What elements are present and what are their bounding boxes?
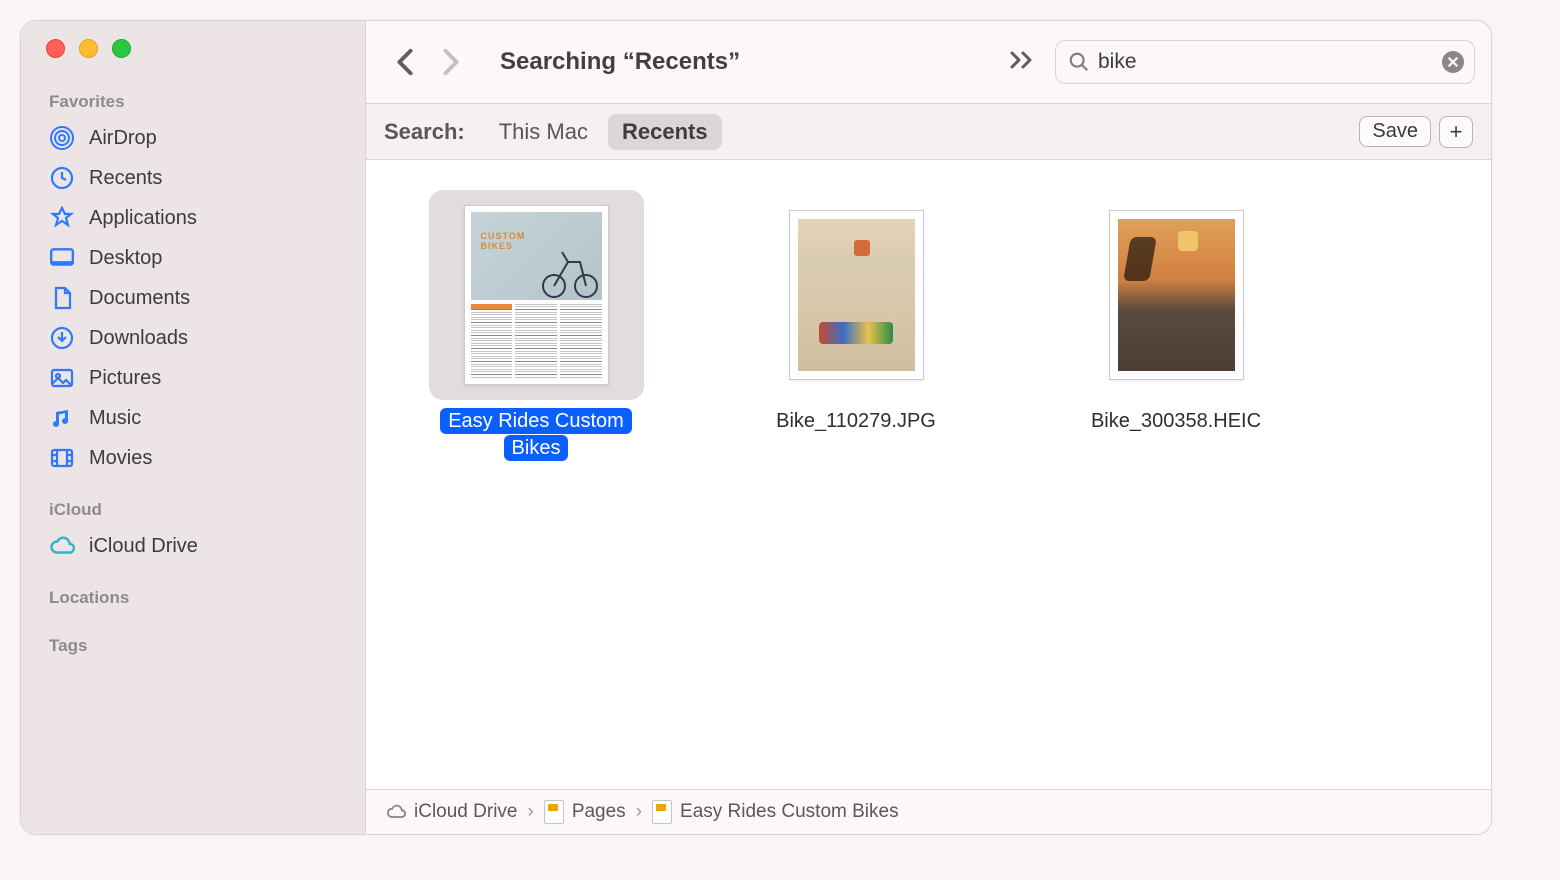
path-segment-label: Easy Rides Custom Bikes: [680, 801, 899, 823]
sidebar-item-applications[interactable]: Applications: [21, 198, 365, 238]
window-title: Searching “Recents”: [500, 48, 999, 76]
sidebar-item-label: Recents: [89, 165, 162, 191]
sidebar-item-pictures[interactable]: Pictures: [21, 358, 365, 398]
sidebar-item-label: Pictures: [89, 365, 161, 391]
sidebar-item-airdrop[interactable]: AirDrop: [21, 118, 365, 158]
music-icon: [49, 406, 75, 430]
sidebar-item-label: Applications: [89, 205, 197, 231]
cloud-icon: [49, 534, 75, 558]
desktop-icon: [49, 246, 75, 270]
close-icon: [1442, 51, 1464, 73]
sidebar-section-favorites: Favorites: [21, 92, 365, 118]
cloud-icon: [386, 802, 406, 822]
back-button[interactable]: [382, 39, 428, 85]
pages-app-icon: [544, 800, 564, 824]
sidebar-item-icloud-drive[interactable]: iCloud Drive: [21, 526, 365, 566]
sidebar: Favorites AirDrop Recents Applications D…: [21, 21, 366, 834]
search-field[interactable]: [1055, 40, 1475, 84]
sidebar-section-locations: Locations: [21, 588, 365, 614]
file-thumbnail: [1069, 190, 1284, 400]
scope-recents[interactable]: Recents: [608, 114, 722, 150]
file-thumbnail: [749, 190, 964, 400]
close-button[interactable]: [46, 39, 65, 58]
bike-illustration-icon: [540, 240, 600, 300]
file-item[interactable]: Bike_110279.JPG: [726, 190, 986, 435]
file-label: Easy Rides Custom Bikes: [426, 408, 646, 462]
image-thumbnail: [1109, 210, 1244, 380]
path-segment-icloud[interactable]: iCloud Drive: [386, 801, 517, 823]
path-segment-file[interactable]: Easy Rides Custom Bikes: [652, 800, 899, 824]
main-pane: Searching “Recents” Search: This Mac Rec…: [366, 21, 1491, 834]
pictures-icon: [49, 366, 75, 390]
file-grid[interactable]: CUSTOM BIKES Easy Rides Custom Bikes: [366, 160, 1491, 789]
window-controls: [21, 39, 365, 92]
path-segment-label: Pages: [572, 801, 626, 823]
path-bar: iCloud Drive › Pages › Easy Rides Custom…: [366, 789, 1491, 834]
document-icon: [49, 286, 75, 310]
clear-search-button[interactable]: [1442, 51, 1464, 73]
sidebar-item-desktop[interactable]: Desktop: [21, 238, 365, 278]
airdrop-icon: [49, 126, 75, 150]
sidebar-item-label: Downloads: [89, 325, 188, 351]
file-thumbnail: CUSTOM BIKES: [429, 190, 644, 400]
pages-document-icon: [652, 800, 672, 824]
clock-icon: [49, 166, 75, 190]
sidebar-item-downloads[interactable]: Downloads: [21, 318, 365, 358]
applications-icon: [49, 206, 75, 230]
add-criteria-button[interactable]: +: [1439, 116, 1473, 148]
save-search-button[interactable]: Save: [1359, 116, 1431, 147]
sidebar-item-label: Desktop: [89, 245, 162, 271]
chevron-right-icon: ›: [527, 801, 533, 823]
sidebar-item-recents[interactable]: Recents: [21, 158, 365, 198]
minimize-button[interactable]: [79, 39, 98, 58]
forward-button[interactable]: [428, 39, 474, 85]
sidebar-item-label: iCloud Drive: [89, 533, 198, 559]
fullscreen-button[interactable]: [112, 39, 131, 58]
file-label: Bike_300358.HEIC: [1091, 408, 1261, 435]
document-thumbnail: CUSTOM BIKES: [464, 205, 609, 385]
search-scope-bar: Search: This Mac Recents Save +: [366, 103, 1491, 160]
toolbar: Searching “Recents”: [366, 21, 1491, 103]
finder-window: Favorites AirDrop Recents Applications D…: [20, 20, 1492, 835]
sidebar-item-movies[interactable]: Movies: [21, 438, 365, 478]
sidebar-item-label: Movies: [89, 445, 152, 471]
sidebar-section-tags: Tags: [21, 636, 365, 662]
chevron-right-icon: ›: [636, 801, 642, 823]
thumb-overlay-text: BIKES: [481, 241, 514, 251]
file-item[interactable]: CUSTOM BIKES Easy Rides Custom Bikes: [406, 190, 666, 462]
image-thumbnail: [789, 210, 924, 380]
thumb-overlay-text: CUSTOM: [481, 231, 526, 241]
sidebar-item-label: AirDrop: [89, 125, 157, 151]
search-icon: [1068, 51, 1090, 73]
path-segment-label: iCloud Drive: [414, 801, 517, 823]
nav-arrows: [376, 39, 480, 85]
sidebar-item-music[interactable]: Music: [21, 398, 365, 438]
sidebar-item-documents[interactable]: Documents: [21, 278, 365, 318]
file-item[interactable]: Bike_300358.HEIC: [1046, 190, 1306, 435]
sidebar-section-icloud: iCloud: [21, 500, 365, 526]
scope-this-mac[interactable]: This Mac: [485, 114, 602, 150]
search-input[interactable]: [1098, 50, 1442, 74]
movies-icon: [49, 446, 75, 470]
downloads-icon: [49, 326, 75, 350]
path-segment-pages[interactable]: Pages: [544, 800, 626, 824]
file-label: Bike_110279.JPG: [776, 408, 936, 435]
sidebar-item-label: Music: [89, 405, 141, 431]
scope-label: Search:: [384, 119, 465, 145]
sidebar-item-label: Documents: [89, 285, 190, 311]
toolbar-overflow-button[interactable]: [1009, 50, 1037, 75]
